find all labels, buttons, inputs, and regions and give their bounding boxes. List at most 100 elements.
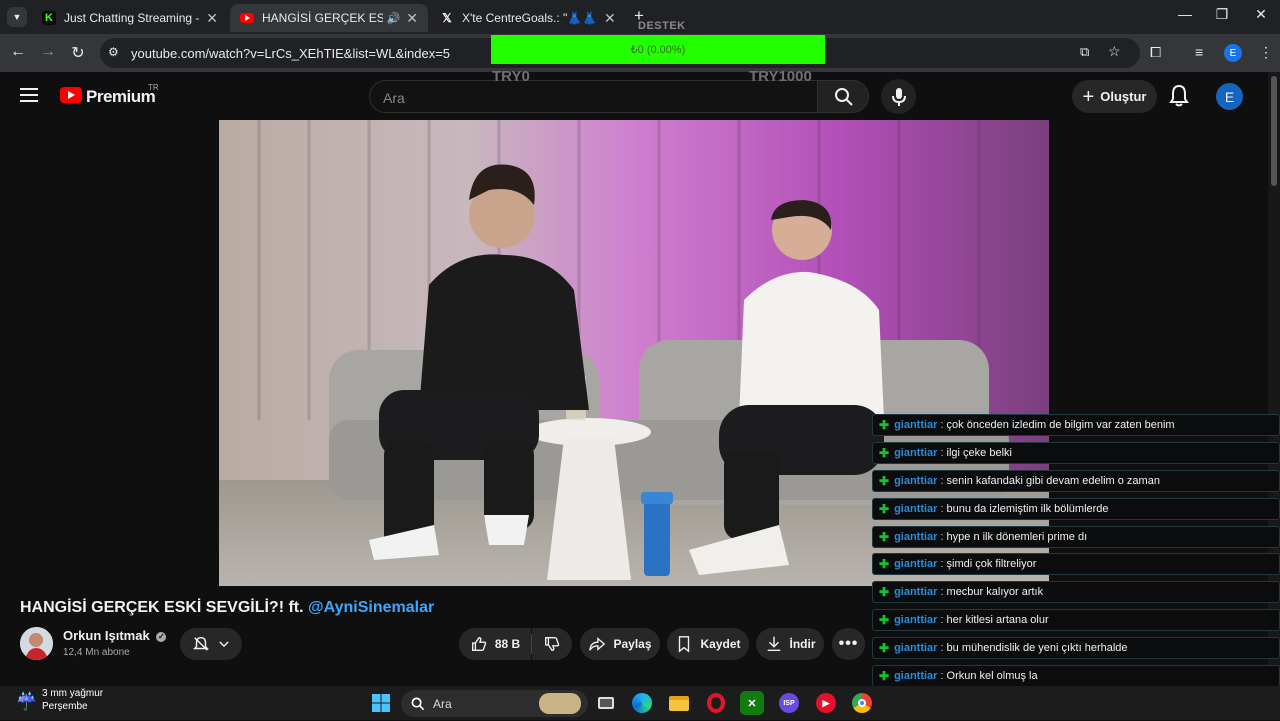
download-icon bbox=[767, 636, 780, 652]
minimize-icon[interactable]: — bbox=[1170, 6, 1200, 22]
share-button[interactable]: Paylaş bbox=[580, 628, 660, 660]
tab-title: Just Chatting Streaming - Live S bbox=[64, 11, 200, 25]
chat-separator: : bbox=[940, 419, 944, 431]
chat-message: ✚ gianttiar: bu mühendislik de yeni çıktı … bbox=[872, 637, 1280, 660]
chat-username: gianttiar bbox=[894, 419, 938, 431]
search-icon bbox=[835, 88, 853, 106]
notifications-bell-icon[interactable] bbox=[1168, 84, 1194, 110]
download-button[interactable]: İndir bbox=[756, 628, 824, 660]
file-explorer-icon[interactable] bbox=[667, 691, 691, 715]
youtube-logo-icon[interactable] bbox=[60, 87, 82, 103]
url-text: youtube.com/watch?v=LrCs_XEhTIE&list=WL&… bbox=[131, 46, 451, 61]
video-title-text: HANGİSİ GERÇEK ESKİ SEVGİLİ?! ft. bbox=[20, 599, 309, 616]
create-button[interactable]: + Oluştur bbox=[1072, 80, 1157, 113]
start-windows-icon[interactable] bbox=[369, 691, 393, 715]
chat-username: gianttiar bbox=[894, 670, 938, 683]
chat-message: ✚ gianttiar: şimdi çok filtreliyor bbox=[872, 553, 1280, 576]
microphone-icon bbox=[892, 88, 906, 106]
verified-icon: ✓ bbox=[156, 631, 167, 642]
tab-kick[interactable]: K Just Chatting Streaming - Live S ✕ bbox=[32, 4, 228, 32]
chrome-icon[interactable] bbox=[850, 691, 874, 715]
close-icon[interactable]: ✕ bbox=[604, 10, 616, 27]
chat-text: her kitlesi artana olur bbox=[946, 614, 1049, 627]
chat-separator: : bbox=[940, 642, 944, 655]
channel-avatar[interactable] bbox=[20, 627, 53, 660]
chat-text: Orkun kel olmuş la bbox=[946, 670, 1038, 683]
forward-icon[interactable]: → bbox=[38, 43, 58, 61]
chat-message: ✚ gianttiar: her kitlesi artana olur bbox=[872, 609, 1280, 632]
save-button[interactable]: Kaydet bbox=[667, 628, 749, 660]
isp-app-icon[interactable]: ISP bbox=[777, 691, 801, 715]
extensions-icon[interactable]: ⧠ bbox=[1150, 44, 1161, 61]
save-label: Kaydet bbox=[700, 637, 741, 651]
dislike-button[interactable] bbox=[532, 628, 572, 660]
speaker-icon[interactable]: 🔊 bbox=[387, 12, 401, 25]
chat-text: bu mühendislik de yeni çıktı herhalde bbox=[946, 642, 1128, 655]
music-player-icon[interactable]: ▶ bbox=[814, 691, 838, 715]
opera-icon[interactable] bbox=[704, 691, 728, 715]
voice-search-button[interactable] bbox=[881, 79, 916, 114]
close-window-icon[interactable]: ✕ bbox=[1246, 6, 1276, 23]
youtube-header: Premium TR Ara + Oluştur E bbox=[0, 72, 1268, 120]
scrollbar-thumb[interactable] bbox=[1271, 76, 1277, 186]
tab-title: X'te CentreGoals.: "👗👗 | Real bbox=[462, 11, 598, 25]
more-actions-button[interactable]: ••• bbox=[832, 628, 865, 660]
bell-off-icon bbox=[192, 636, 209, 651]
chat-separator: : bbox=[940, 670, 944, 683]
close-icon[interactable]: ✕ bbox=[406, 10, 418, 27]
xbox-icon[interactable]: ✕ bbox=[740, 691, 764, 715]
chat-text: bunu da izlemiştim ilk bölümlerde bbox=[946, 502, 1109, 515]
chat-text: mecbur kalıyor artık bbox=[946, 586, 1044, 599]
tab-youtube[interactable]: HANGİSİ GERÇEK ESKİ SEVG 🔊 ✕ bbox=[230, 4, 428, 32]
share-icon bbox=[589, 637, 606, 651]
channel-name[interactable]: Orkun Işıtmak ✓ bbox=[63, 628, 167, 643]
like-button[interactable]: 88 B bbox=[459, 628, 531, 660]
edge-browser-icon[interactable] bbox=[630, 691, 654, 715]
site-info-icon[interactable]: ⚙ bbox=[108, 45, 119, 59]
chat-badge-icon: ✚ bbox=[879, 557, 890, 572]
reload-icon[interactable]: ↻ bbox=[68, 43, 88, 63]
chat-message: ✚ gianttiar: bunu da izlemiştim ilk bölüml… bbox=[872, 497, 1280, 520]
chat-username: gianttiar bbox=[894, 586, 938, 599]
thumbs-up-icon bbox=[471, 637, 487, 651]
weather-day[interactable]: Perşembe bbox=[42, 701, 88, 712]
youtube-logo-text[interactable]: Premium bbox=[86, 87, 156, 107]
kick-icon: K bbox=[42, 11, 56, 25]
more-horizontal-icon: ••• bbox=[838, 635, 859, 652]
channel-name-text: Orkun Işıtmak bbox=[63, 628, 150, 643]
restore-icon[interactable]: ❐ bbox=[1207, 6, 1237, 23]
chat-badge-icon: ✚ bbox=[879, 501, 890, 516]
windows-taskbar: ☔ 3 mm yağmur Perşembe Ara ✕ ISP ▶ bbox=[0, 686, 1280, 720]
channel-mention-link[interactable]: @AyniSinemalar bbox=[308, 599, 434, 616]
menu-icon[interactable] bbox=[20, 88, 38, 102]
chat-badge-icon: ✚ bbox=[879, 641, 890, 656]
search-icon bbox=[411, 697, 425, 711]
notification-settings-button[interactable] bbox=[180, 628, 242, 660]
account-avatar[interactable]: E bbox=[1216, 83, 1243, 110]
install-app-icon[interactable]: ⧉ bbox=[1080, 44, 1089, 60]
subscriber-count: 12,4 Mn abone bbox=[63, 647, 130, 658]
back-icon[interactable]: ← bbox=[8, 43, 28, 61]
weather-temp[interactable]: 3 mm yağmur bbox=[42, 688, 103, 699]
chat-text: çok önceden izledim de bilgim var zaten … bbox=[946, 419, 1175, 431]
close-icon[interactable]: ✕ bbox=[206, 10, 218, 27]
chevron-down-icon: ▼ bbox=[12, 12, 22, 22]
media-control-icon[interactable]: ≡ bbox=[1195, 44, 1203, 60]
profile-avatar[interactable]: E bbox=[1224, 44, 1242, 62]
task-view-icon[interactable] bbox=[594, 691, 618, 715]
search-button[interactable] bbox=[817, 80, 869, 113]
chat-text: şimdi çok filtreliyor bbox=[946, 558, 1037, 571]
chat-badge-icon: ✚ bbox=[879, 445, 890, 460]
taskbar-search-input[interactable]: Ara bbox=[401, 690, 588, 717]
chat-username: gianttiar bbox=[894, 474, 938, 487]
bookmark-star-icon[interactable]: ☆ bbox=[1108, 43, 1121, 60]
weather-rain-icon[interactable]: ☔ bbox=[16, 692, 37, 712]
chat-message: ✚ gianttiar: ilgi çeke belki bbox=[872, 441, 1280, 464]
tab-search-button[interactable]: ▼ bbox=[7, 7, 27, 27]
chat-badge-icon: ✚ bbox=[879, 585, 890, 600]
tab-x[interactable]: 𝕏 X'te CentreGoals.: "👗👗 | Real ✕ bbox=[430, 4, 626, 32]
more-menu-icon[interactable]: ⋮ bbox=[1259, 44, 1273, 61]
video-title: HANGİSİ GERÇEK ESKİ SEVGİLİ?! ft. @AyniS… bbox=[20, 599, 434, 617]
chat-username: gianttiar bbox=[894, 642, 938, 655]
chat-message: ✚ gianttiar: çok önceden izledim de bilgim… bbox=[872, 414, 1280, 436]
